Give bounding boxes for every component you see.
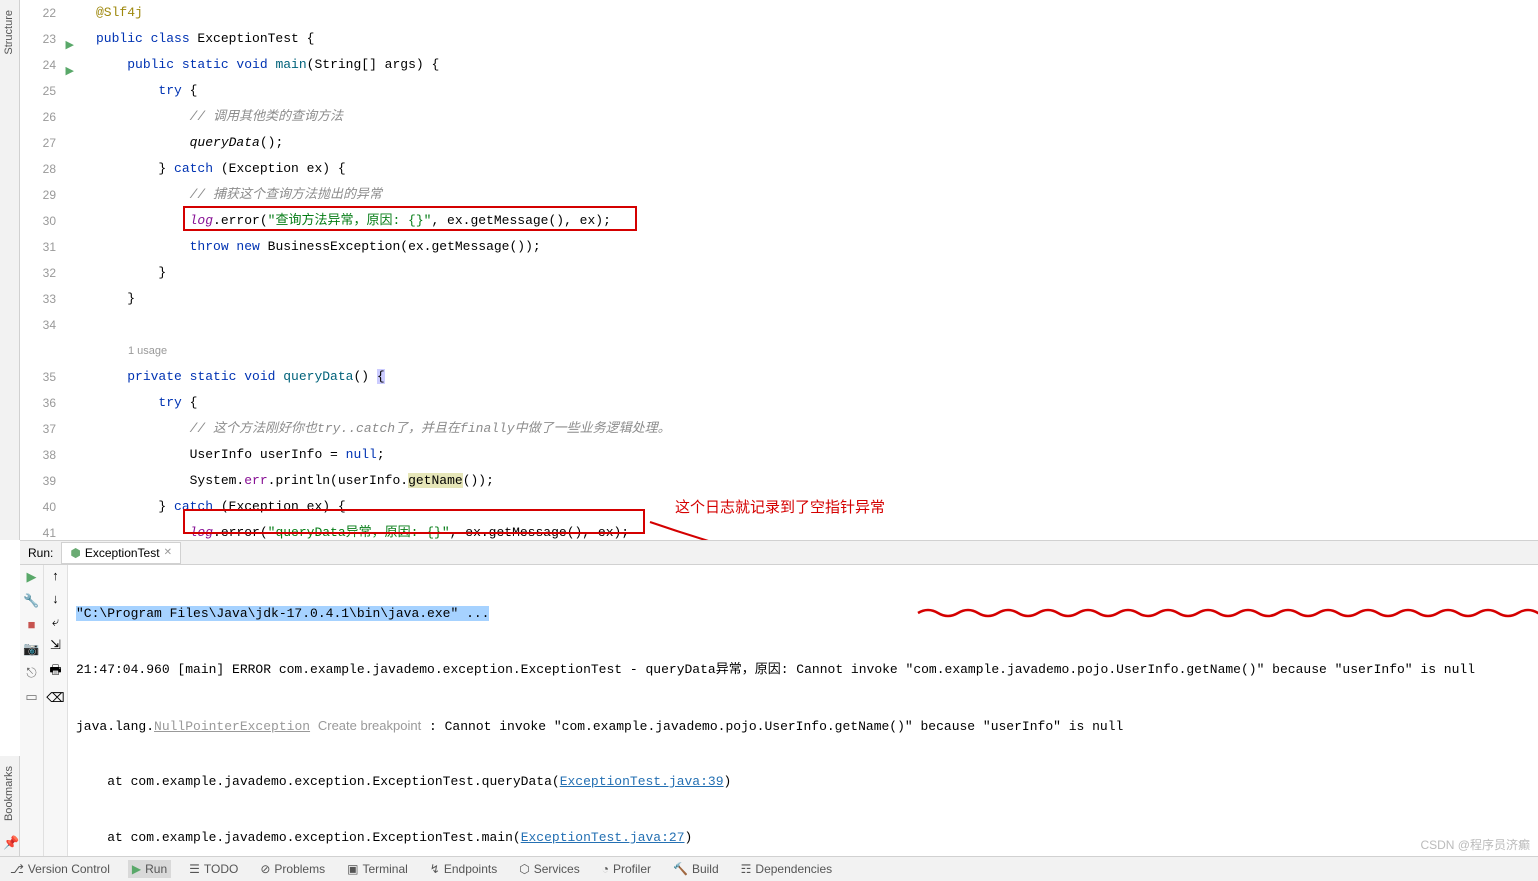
structure-label: Structure bbox=[3, 10, 15, 55]
todo-icon: ☰ bbox=[189, 862, 200, 876]
bookmarks-label: Bookmarks bbox=[3, 766, 15, 821]
red-wavy-underline bbox=[68, 603, 1538, 623]
endpoints-icon: ↯ bbox=[430, 862, 440, 876]
run-button[interactable]: ▶Run bbox=[128, 860, 171, 878]
exception-link[interactable]: NullPointerException bbox=[154, 719, 310, 734]
rerun-icon[interactable]: ▶ bbox=[24, 569, 40, 585]
code-area[interactable]: @Slf4jpublic class ExceptionTest { publi… bbox=[78, 0, 1538, 540]
code-editor[interactable]: 2223▶24▶25262728293031323334353637383940… bbox=[20, 0, 1538, 540]
deps-icon: ☶ bbox=[741, 862, 752, 876]
run-toolbar-left: ▶ 🔧 ■ 📷 ⎋ ▭ bbox=[20, 565, 44, 856]
console-line: 21:47:04.960 [main] ERROR com.example.ja… bbox=[76, 657, 1530, 683]
create-breakpoint[interactable]: Create breakpoint bbox=[318, 718, 421, 733]
branch-icon: ⎇ bbox=[10, 862, 24, 876]
build-icon: 🔨 bbox=[673, 862, 688, 876]
up-icon[interactable]: ↑ bbox=[52, 569, 60, 584]
run-icon: ▶ bbox=[132, 862, 141, 876]
exit-icon[interactable]: ⎋ bbox=[24, 665, 40, 681]
bottom-toolbar: ⎇Version Control ▶Run ☰TODO ⊘Problems ▣T… bbox=[0, 856, 1538, 881]
run-panel-header: Run: ⬢ ExceptionTest ✕ bbox=[20, 540, 1538, 565]
terminal-button[interactable]: ▣Terminal bbox=[343, 860, 412, 878]
dependencies-button[interactable]: ☶Dependencies bbox=[737, 860, 837, 878]
wrap-icon[interactable]: ⤶ bbox=[52, 615, 59, 630]
run-toolbar-right: ↑ ↓ ⤶ ⇲ 🖶 ⌫ bbox=[44, 565, 68, 856]
structure-tool-rail[interactable]: Structure bbox=[0, 0, 20, 540]
close-icon[interactable]: ✕ bbox=[164, 547, 172, 558]
problems-icon: ⊘ bbox=[260, 862, 270, 876]
line-number-gutter[interactable]: 2223▶24▶25262728293031323334353637383940… bbox=[20, 0, 78, 540]
run-label: Run: bbox=[28, 546, 53, 560]
source-link[interactable]: ExceptionTest.java:39 bbox=[560, 774, 724, 789]
console-line: at com.example.javademo.exception.Except… bbox=[76, 825, 1530, 851]
clear-icon[interactable]: ⌫ bbox=[46, 691, 64, 706]
run-tab-label: ExceptionTest bbox=[85, 546, 160, 560]
annotation-text: 这个日志就记录到了空指针异常 bbox=[675, 496, 885, 517]
terminal-icon: ▣ bbox=[347, 862, 358, 876]
run-panel: ▶ 🔧 ■ 📷 ⎋ ▭ ↑ ↓ ⤶ ⇲ 🖶 ⌫ "C:\Program File… bbox=[20, 565, 1538, 856]
wrench-icon[interactable]: 🔧 bbox=[24, 593, 40, 609]
profiler-icon: ◔ bbox=[602, 862, 609, 876]
highlight-box-1 bbox=[183, 206, 637, 231]
console-line: at com.example.javademo.exception.Except… bbox=[76, 769, 1530, 795]
run-tab[interactable]: ⬢ ExceptionTest ✕ bbox=[61, 542, 181, 564]
layout-icon[interactable]: ▭ bbox=[24, 689, 40, 705]
pin-icon: 📌 bbox=[3, 836, 19, 851]
scroll-icon[interactable]: ⇲ bbox=[50, 638, 61, 653]
highlight-box-2 bbox=[183, 509, 645, 534]
print-icon[interactable]: 🖶 bbox=[49, 661, 61, 683]
run-tab-icon: ⬢ bbox=[70, 546, 80, 560]
build-button[interactable]: 🔨Build bbox=[669, 860, 723, 878]
source-link[interactable]: ExceptionTest.java:27 bbox=[521, 830, 685, 845]
todo-button[interactable]: ☰TODO bbox=[185, 860, 242, 878]
watermark: CSDN @程序员济癫 bbox=[1420, 836, 1530, 853]
profiler-button[interactable]: ◔Profiler bbox=[598, 860, 655, 878]
stop-icon[interactable]: ■ bbox=[24, 617, 40, 633]
bookmarks-tool-rail[interactable]: Bookmarks 📌 bbox=[0, 756, 20, 856]
problems-button[interactable]: ⊘Problems bbox=[256, 860, 329, 878]
console-line: java.lang.NullPointerException Create br… bbox=[76, 713, 1530, 739]
camera-icon[interactable]: 📷 bbox=[24, 641, 40, 657]
version-control-button[interactable]: ⎇Version Control bbox=[6, 860, 114, 878]
services-icon: ⬡ bbox=[519, 862, 529, 876]
down-icon[interactable]: ↓ bbox=[52, 592, 60, 607]
endpoints-button[interactable]: ↯Endpoints bbox=[426, 860, 501, 878]
services-button[interactable]: ⬡Services bbox=[515, 860, 584, 878]
